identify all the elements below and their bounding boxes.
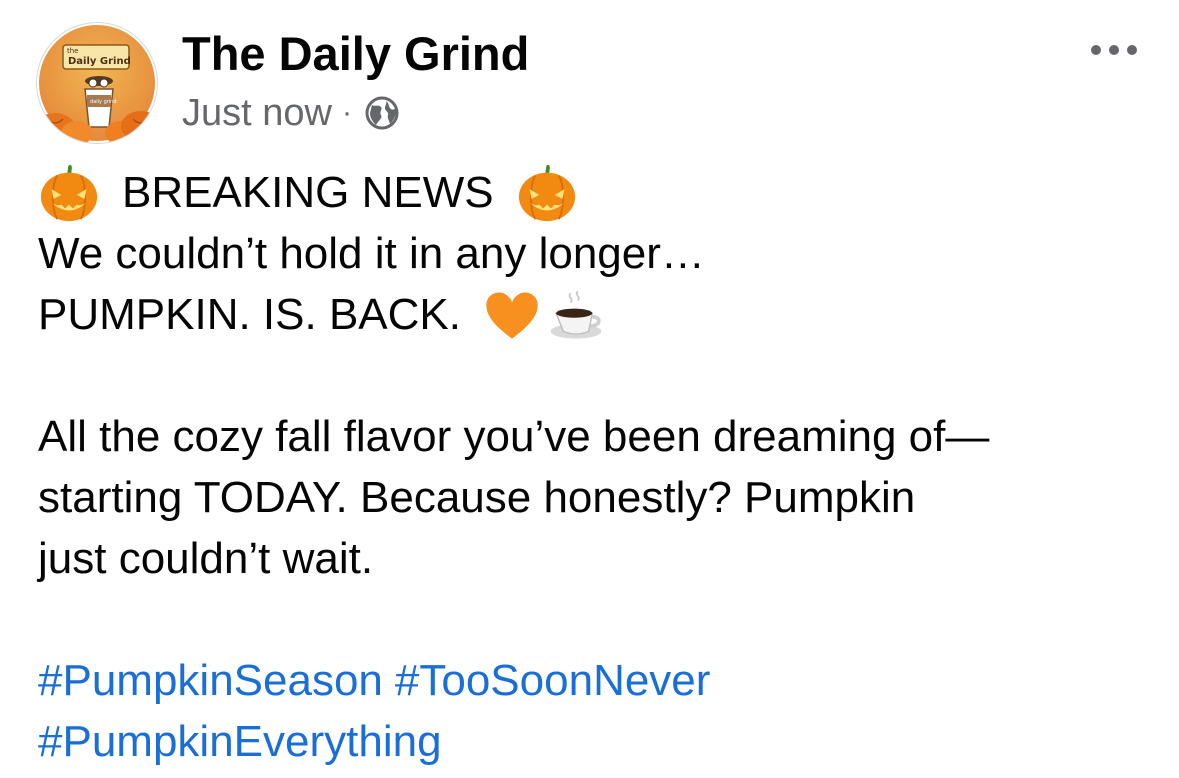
- post-line-1: BREAKING NEWS: [38, 162, 1158, 223]
- hashtag-link[interactable]: #PumpkinEverything: [38, 711, 442, 772]
- meta-separator: ·: [341, 96, 352, 129]
- hashtag-line-1: #PumpkinSeason #TooSoonNever: [38, 650, 1158, 711]
- jack-o-lantern-icon: [518, 164, 575, 221]
- post-line-5: starting TODAY. Because honestly? Pumpki…: [38, 473, 916, 522]
- hot-beverage-icon: [550, 290, 602, 339]
- empty-line: [38, 345, 1158, 406]
- ellipsis-icon[interactable]: [1084, 30, 1144, 70]
- timestamp[interactable]: Just now: [182, 92, 332, 135]
- page-avatar[interactable]: the Daily Grind daily grind: [36, 22, 158, 144]
- svg-text:Daily Grind: Daily Grind: [68, 56, 131, 67]
- jack-o-lantern-icon: [40, 164, 98, 221]
- breaking-news-text: BREAKING NEWS: [122, 168, 494, 217]
- hashtag-link[interactable]: #TooSoonNever: [395, 650, 711, 711]
- post-meta: Just now ·: [182, 90, 400, 136]
- globe-icon[interactable]: [364, 95, 400, 131]
- facebook-post: the Daily Grind daily grind The Daily Gr…: [0, 0, 1179, 778]
- svg-text:the: the: [67, 47, 79, 55]
- daily-grind-logo: the Daily Grind daily grind: [37, 25, 157, 143]
- page-name-link[interactable]: The Daily Grind: [182, 26, 529, 82]
- post-line-2: We couldn’t hold it in any longer…: [38, 229, 705, 278]
- orange-heart-icon: [486, 292, 538, 339]
- svg-text:daily grind: daily grind: [90, 99, 117, 105]
- post-line-4: All the cozy fall flavor you’ve been dre…: [38, 412, 990, 461]
- pumpkin-is-back-text: PUMPKIN. IS. BACK.: [38, 290, 461, 339]
- post-body: BREAKING NEWS We couldn’t hold it in any…: [38, 162, 1158, 772]
- hashtag-line-2: #PumpkinEverything: [38, 711, 1158, 772]
- post-line-6: just couldn’t wait.: [38, 534, 374, 583]
- post-line-3: PUMPKIN. IS. BACK.: [38, 284, 1158, 345]
- empty-line: [38, 589, 1158, 650]
- hashtag-link[interactable]: #PumpkinSeason: [38, 650, 383, 711]
